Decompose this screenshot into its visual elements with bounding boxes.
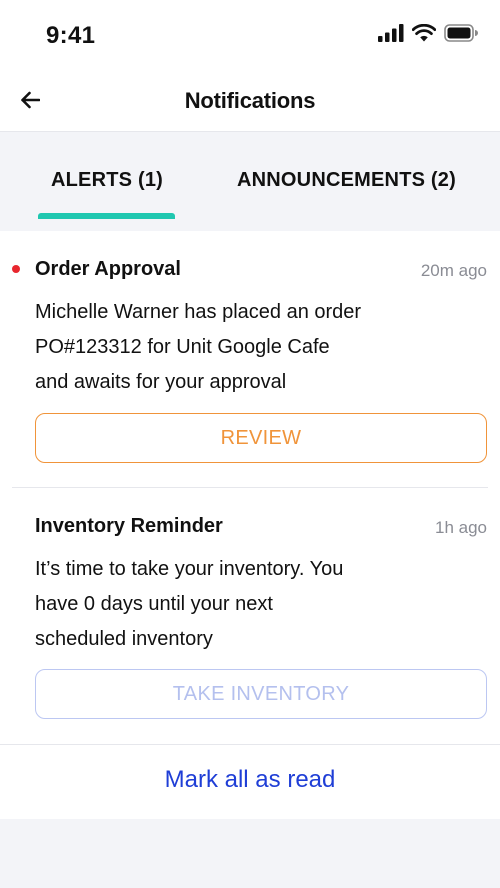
- notification-time: 1h ago: [435, 518, 487, 537]
- review-button[interactable]: REVIEW: [35, 413, 487, 463]
- tab-bar: ALERTS (1) ANNOUNCEMENTS (2): [0, 133, 500, 231]
- notification-body-line: Michelle Warner has placed an order: [35, 301, 362, 323]
- status-time: 9:41: [46, 22, 96, 49]
- notification-body: It’s time to take your inventory. You ha…: [35, 552, 415, 657]
- signal-icon: [378, 23, 404, 47]
- divider: [0, 744, 500, 745]
- battery-icon: [444, 23, 478, 47]
- take-inventory-button[interactable]: TAKE INVENTORY: [35, 669, 487, 719]
- page-title: Notifications: [184, 88, 316, 113]
- notification-body-line: scheduled inventory: [35, 628, 213, 650]
- notification-body: Michelle Warner has placed an order PO#1…: [35, 295, 415, 400]
- status-icons: [378, 23, 478, 47]
- notification-card-order-approval[interactable]: Order Approval 20m ago Michelle Warner h…: [0, 231, 500, 488]
- notification-list: Order Approval 20m ago Michelle Warner h…: [0, 231, 500, 819]
- notification-body-line: It’s time to take your inventory. You: [35, 558, 344, 580]
- notification-title: Inventory Reminder: [35, 515, 223, 537]
- notification-body-line: have 0 days until your next: [35, 593, 273, 615]
- nav-header: Notifications: [0, 72, 500, 132]
- notification-body-line: PO#123312 for Unit Google Cafe: [35, 336, 330, 358]
- active-tab-indicator: [38, 213, 175, 219]
- tab-alerts[interactable]: ALERTS (1): [51, 169, 163, 192]
- notification-card-inventory-reminder[interactable]: Inventory Reminder 1h ago It’s time to t…: [0, 488, 500, 744]
- notification-time: 20m ago: [420, 261, 487, 280]
- unread-indicator: [12, 265, 20, 273]
- notification-title: Order Approval: [35, 258, 181, 280]
- mark-all-as-read-link[interactable]: Mark all as read: [0, 766, 500, 794]
- wifi-icon: [411, 23, 437, 47]
- status-bar: 9:41: [0, 0, 500, 72]
- notification-body-line: and awaits for your approval: [35, 371, 287, 393]
- tab-announcements[interactable]: ANNOUNCEMENTS (2): [237, 169, 456, 192]
